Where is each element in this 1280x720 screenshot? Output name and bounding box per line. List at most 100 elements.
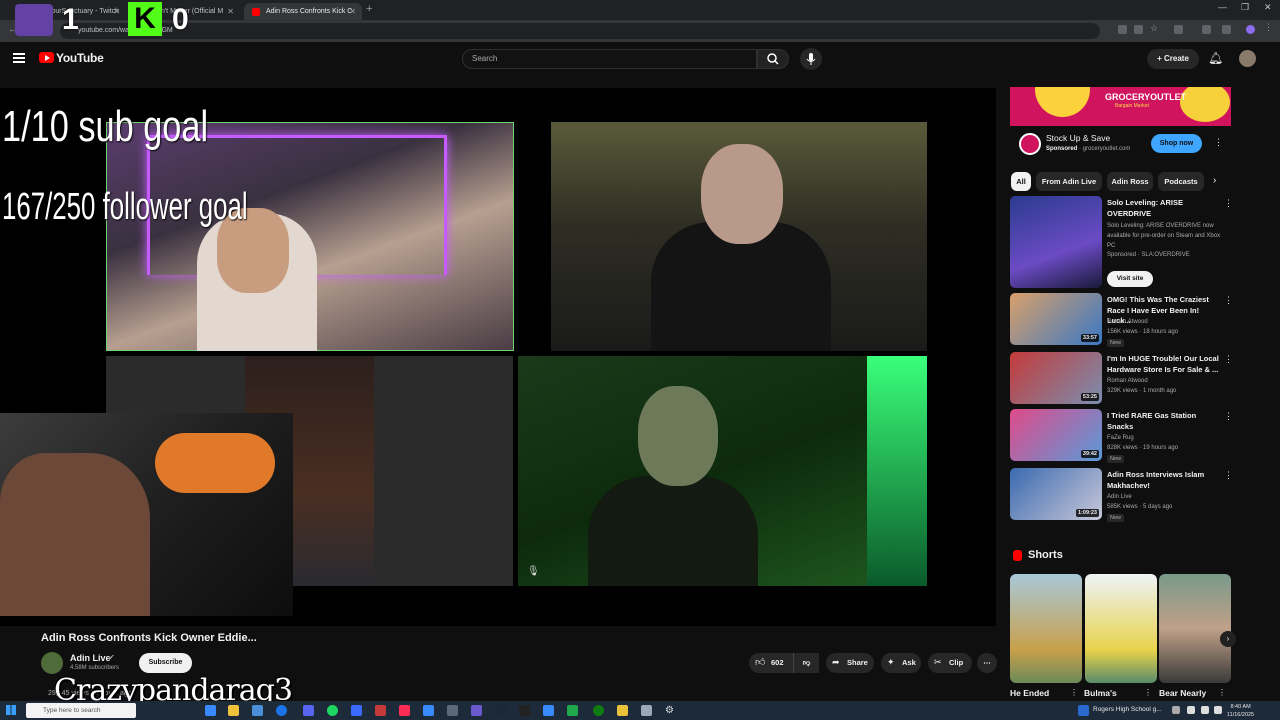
short-title[interactable]: Bear Nearly <box>1159 688 1206 698</box>
short-title[interactable]: Bulma's <box>1084 688 1117 698</box>
profile-avatar[interactable] <box>1246 25 1255 34</box>
youtube-logo-icon[interactable] <box>39 52 54 63</box>
more-options-icon[interactable]: ⋮ <box>1224 470 1233 481</box>
recommendation-item[interactable]: 33:57 OMG! This Was The Craziest Race I … <box>1010 293 1233 347</box>
close-tab-icon[interactable]: ✕ <box>113 3 120 20</box>
short-title[interactable]: He Ended <box>1010 688 1049 698</box>
ad-more-icon[interactable]: ⋮ <box>1214 137 1223 148</box>
video-thumbnail[interactable]: 53:25 <box>1010 352 1102 404</box>
search-input[interactable]: Search <box>462 49 757 69</box>
video-meta: 585K views · 5 days ago <box>1107 504 1173 510</box>
dislike-button[interactable]: 👎︎ <box>793 653 819 673</box>
minimize-icon[interactable]: — <box>1218 2 1227 12</box>
new-tab-icon[interactable]: + <box>366 3 372 15</box>
video-thumbnail[interactable] <box>1010 196 1102 288</box>
taskbar-app-icon[interactable] <box>447 705 458 716</box>
news-ticker[interactable]: Rogers High School g... <box>1093 706 1162 713</box>
xbox-icon[interactable] <box>593 705 604 716</box>
windows-start-icon[interactable] <box>6 705 16 715</box>
account-avatar[interactable] <box>1239 50 1256 67</box>
taskbar-app-icon[interactable] <box>423 705 434 716</box>
close-tab-icon[interactable]: ✕ <box>349 3 356 20</box>
discord-icon[interactable] <box>303 705 314 716</box>
bookmark-star-icon[interactable]: ☆ <box>1150 23 1159 33</box>
taskbar-app-icon[interactable] <box>471 705 482 716</box>
taskbar-app-icon[interactable] <box>641 705 652 716</box>
subscribe-button[interactable]: Subscribe <box>139 653 192 673</box>
more-options-icon[interactable]: ⋮ <box>1224 354 1233 365</box>
steam-icon[interactable] <box>495 705 506 716</box>
tray-chevron-icon[interactable] <box>1172 706 1180 714</box>
recommendation-item[interactable]: 53:25 I'm In HUGE Trouble! Our Local Har… <box>1010 352 1233 404</box>
taskbar-app-icon[interactable] <box>375 705 386 716</box>
more-options-icon[interactable]: ⋮ <box>1224 198 1233 209</box>
search-button[interactable] <box>757 49 789 69</box>
short-thumbnail[interactable] <box>1159 574 1231 683</box>
browser-menu-icon[interactable]: ⋮ <box>1264 22 1273 32</box>
taskbar-app-icon[interactable] <box>543 705 554 716</box>
browser-tab-active[interactable]: Adin Ross Confronts Kick C ✕ <box>244 3 362 20</box>
taskbar-app-icon[interactable] <box>252 705 263 716</box>
file-explorer-icon[interactable] <box>228 705 239 716</box>
taskbar-app-icon[interactable] <box>351 705 362 716</box>
taskbar-app-icon[interactable] <box>617 705 628 716</box>
download-icon[interactable] <box>1222 25 1231 34</box>
more-options-icon[interactable]: ⋮ <box>1144 688 1152 697</box>
visit-site-button[interactable]: Visit site <box>1107 271 1153 287</box>
chip-all[interactable]: All <box>1011 172 1031 191</box>
kick-letter: K <box>134 2 156 35</box>
notifications-bell-icon[interactable]: 🔔︎ <box>1208 51 1223 65</box>
video-thumbnail[interactable]: 1:09:23 <box>1010 468 1102 520</box>
edge-icon[interactable] <box>205 705 216 716</box>
close-tab-icon[interactable]: ✕ <box>227 3 234 20</box>
create-button[interactable]: + Create <box>1147 49 1199 69</box>
ad-title[interactable]: Stock Up & Save <box>1046 133 1110 143</box>
channel-name[interactable]: Adin Live <box>70 653 111 663</box>
youtube-logo-text[interactable]: YouTube <box>56 51 104 65</box>
chip-podcasts[interactable]: Podcasts <box>1158 172 1204 191</box>
voice-search-button[interactable] <box>800 48 822 70</box>
video-thumbnail[interactable]: 39:42 <box>1010 409 1102 461</box>
taskbar-search-field[interactable]: Type here to search <box>26 703 136 718</box>
hamburger-menu-icon[interactable] <box>13 53 25 63</box>
close-window-icon[interactable]: ✕ <box>1264 2 1272 13</box>
chrome-icon[interactable] <box>276 705 287 716</box>
system-clock[interactable]: 8:40 AM 11/16/2025 <box>1227 703 1254 719</box>
shop-now-button[interactable]: Shop now <box>1151 134 1202 153</box>
advertiser-logo[interactable] <box>1019 133 1041 155</box>
browser-tab-bar: yourSanctuary - Twitch ✕ Don't Matter (O… <box>0 0 1280 20</box>
more-options-icon[interactable]: ⋮ <box>1218 688 1226 697</box>
cast-icon[interactable] <box>1118 25 1127 34</box>
battery-icon[interactable] <box>1214 706 1222 714</box>
kick-app-icon[interactable] <box>519 705 530 716</box>
chip-from-channel[interactable]: From Adin Live <box>1036 172 1102 191</box>
sidepanel-icon[interactable] <box>1202 25 1211 34</box>
more-options-icon[interactable]: ⋮ <box>1224 411 1233 422</box>
short-thumbnail[interactable] <box>1010 574 1082 683</box>
more-actions-button[interactable]: ⋯ <box>977 653 997 673</box>
youtube-favicon-icon <box>252 8 260 16</box>
tiktok-icon[interactable] <box>399 705 410 716</box>
more-options-icon[interactable]: ⋮ <box>1070 688 1078 697</box>
short-thumbnail[interactable] <box>1085 574 1157 683</box>
recommendation-sponsored[interactable]: Solo Leveling: ARISE OVERDRIVE Solo Leve… <box>1010 196 1233 288</box>
settings-gear-icon[interactable]: ⚙ <box>665 705 676 716</box>
news-widget-icon[interactable] <box>1078 705 1089 716</box>
thumbs-down-icon: 👎︎ <box>802 658 811 667</box>
taskbar-app-icon[interactable] <box>567 705 578 716</box>
recommendation-item[interactable]: 1:09:23 Adin Ross Interviews Islam Makha… <box>1010 468 1233 522</box>
more-options-icon[interactable]: ⋮ <box>1224 295 1233 306</box>
chip-adin-ross[interactable]: Adin Ross <box>1107 172 1153 191</box>
chevron-right-icon[interactable]: › <box>1213 175 1216 186</box>
url-field[interactable]: youtube.com/wa... tiruling=GM <box>60 23 1100 39</box>
volume-icon[interactable] <box>1201 706 1209 714</box>
video-thumbnail[interactable]: 33:57 <box>1010 293 1102 345</box>
channel-avatar[interactable] <box>41 652 63 674</box>
zoom-icon[interactable] <box>1134 25 1143 34</box>
spotify-icon[interactable] <box>327 705 338 716</box>
extensions-icon[interactable] <box>1174 25 1183 34</box>
chevron-right-icon[interactable]: › <box>1220 631 1236 647</box>
wifi-icon[interactable] <box>1187 706 1195 714</box>
recommendation-item[interactable]: 39:42 I Tried RARE Gas Station Snacks Fa… <box>1010 409 1233 463</box>
maximize-icon[interactable]: ❐ <box>1241 2 1249 13</box>
